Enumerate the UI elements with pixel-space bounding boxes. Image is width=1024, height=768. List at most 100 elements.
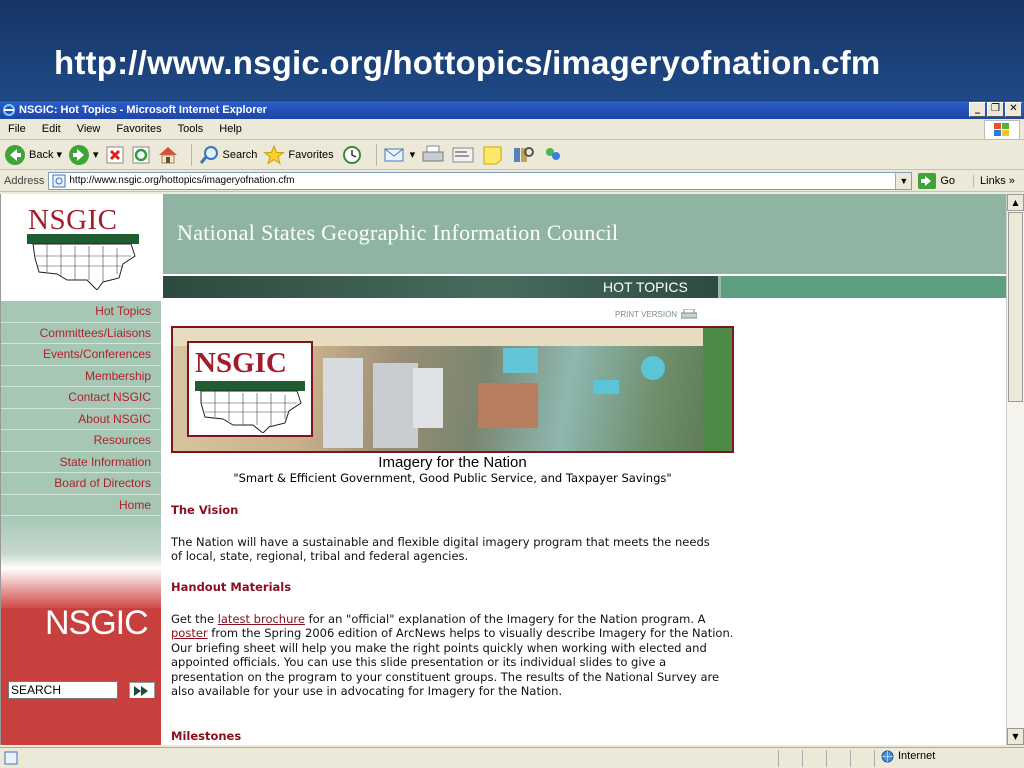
search-go-button[interactable]: [129, 682, 155, 698]
mail-icon: [384, 148, 404, 161]
home-button[interactable]: [157, 144, 179, 166]
page-viewport: NSGIC National States Geographic Informa…: [0, 194, 1006, 745]
nav-hot-topics[interactable]: Hot Topics: [1, 301, 161, 323]
nav-about[interactable]: About NSGIC: [1, 409, 161, 430]
back-label: Back: [29, 148, 54, 161]
forward-button[interactable]: ▾: [68, 144, 99, 166]
page-icon: [52, 174, 66, 187]
chevron-down-icon[interactable]: ▾: [56, 148, 62, 161]
status-cell: [850, 749, 874, 767]
menu-tools[interactable]: Tools: [170, 123, 212, 135]
nsgic-logo[interactable]: NSGIC: [1, 194, 163, 301]
menu-favorites[interactable]: Favorites: [108, 123, 169, 135]
messenger-button[interactable]: [541, 144, 565, 166]
nav-state-information[interactable]: State Information: [1, 452, 161, 473]
green-strip: [721, 276, 1006, 298]
history-icon: [342, 145, 361, 164]
header-band: National States Geographic Information C…: [163, 194, 1006, 274]
nav-contact[interactable]: Contact NSGIC: [1, 387, 161, 409]
nav-committees[interactable]: Committees/Liaisons: [1, 323, 161, 344]
chevron-down-icon[interactable]: ▾: [93, 148, 99, 161]
scroll-down-arrow[interactable]: ▼: [1007, 728, 1024, 745]
history-button[interactable]: [340, 144, 364, 166]
back-button[interactable]: Back ▾: [4, 144, 62, 166]
nav-board[interactable]: Board of Directors: [1, 473, 161, 495]
search-input[interactable]: SEARCH: [8, 681, 118, 699]
status-cell: [802, 749, 826, 767]
address-label: Address: [4, 174, 45, 187]
links-button[interactable]: Links »: [973, 174, 1015, 187]
menu-edit[interactable]: Edit: [34, 123, 69, 135]
close-button[interactable]: ✕: [1005, 102, 1022, 117]
chevron-down-icon[interactable]: ▾: [410, 148, 416, 161]
browser-window: NSGIC: Hot Topics - Microsoft Internet E…: [0, 101, 1024, 768]
slide-header: http://www.nsgic.org/hottopics/imageryof…: [0, 0, 1024, 100]
vision-text: The Nation will have a sustainable and f…: [171, 535, 710, 564]
go-button[interactable]: Go: [918, 172, 955, 189]
discuss-button[interactable]: [481, 144, 505, 166]
vision-heading: The Vision: [171, 503, 239, 517]
windows-flag-icon: [984, 120, 1020, 140]
favorites-button[interactable]: Favorites: [263, 144, 334, 166]
nav-events[interactable]: Events/Conferences: [1, 344, 161, 366]
handout-text-part: from the Spring 2006 edition of ArcNews …: [171, 626, 734, 699]
us-map-icon: [195, 381, 305, 433]
hot-topics-label: HOT TOPICS: [603, 279, 688, 295]
globe-icon: [881, 750, 894, 762]
nav-home[interactable]: Home: [1, 495, 161, 516]
nav-brand: NSGIC: [45, 604, 149, 642]
research-icon: [514, 146, 535, 162]
go-arrow-icon: [918, 172, 937, 189]
status-zone: Internet: [874, 749, 1024, 767]
refresh-icon: [132, 146, 150, 163]
ie-logo-icon: [3, 104, 15, 116]
vertical-scrollbar[interactable]: ▲ ▼: [1006, 194, 1024, 745]
chevron-down-icon[interactable]: ▼: [895, 172, 912, 189]
restore-button[interactable]: ❐: [987, 102, 1004, 117]
research-button[interactable]: [511, 144, 535, 166]
nav-resources[interactable]: Resources: [1, 430, 161, 452]
poster-link[interactable]: poster: [171, 626, 208, 640]
minimize-button[interactable]: _: [969, 102, 986, 117]
banner-title: Imagery for the Nation: [378, 454, 527, 471]
handout-text: Get the latest brochure for an "official…: [171, 612, 737, 698]
search-button[interactable]: Search: [198, 144, 258, 166]
double-chevron-right-icon: [130, 684, 154, 698]
address-input[interactable]: http://www.nsgic.org/hottopics/imageryof…: [48, 171, 913, 190]
status-cell: [778, 749, 802, 767]
toolbar-separator: [190, 143, 192, 166]
handout-text-part: Get the: [171, 612, 218, 626]
status-bar: Internet: [0, 747, 1024, 768]
menu-bar: File Edit View Favorites Tools Help: [0, 119, 1024, 140]
forward-arrow-icon: [69, 144, 89, 165]
banner-subtitle: "Smart & Efficient Government, Good Publ…: [233, 471, 672, 485]
site-title: National States Geographic Information C…: [177, 220, 619, 245]
menu-help[interactable]: Help: [211, 123, 250, 135]
window-title: NSGIC: Hot Topics - Microsoft Internet E…: [19, 104, 267, 116]
latest-brochure-link[interactable]: latest brochure: [218, 612, 305, 626]
search-label: Search: [222, 148, 258, 161]
refresh-button[interactable]: [131, 145, 151, 165]
edit-button[interactable]: [451, 144, 475, 166]
print-button[interactable]: [421, 144, 445, 166]
menu-file[interactable]: File: [0, 123, 34, 135]
scroll-thumb[interactable]: [1008, 212, 1023, 402]
mail-button[interactable]: ▾: [383, 145, 416, 165]
favorites-label: Favorites: [288, 148, 334, 161]
nsgic-logo-text: NSGIC: [28, 204, 118, 236]
toolbar: Back ▾ ▾ Search Favorites ▾: [0, 140, 1024, 170]
banner-logo-text: NSGIC: [195, 347, 287, 379]
star-icon: [263, 144, 286, 165]
title-bar: NSGIC: Hot Topics - Microsoft Internet E…: [0, 101, 1024, 119]
note-icon: [483, 146, 502, 164]
nav-fade: [1, 516, 161, 611]
messenger-icon: [546, 147, 561, 160]
scroll-up-arrow[interactable]: ▲: [1007, 194, 1024, 211]
zone-label: Internet: [898, 750, 936, 762]
print-version-link[interactable]: PRINT VERSION: [615, 309, 698, 319]
print-version-label: PRINT VERSION: [615, 309, 678, 319]
menu-view[interactable]: View: [69, 123, 109, 135]
hot-topics-strip: HOT TOPICS: [163, 276, 1006, 298]
stop-button[interactable]: [105, 145, 125, 165]
nav-membership[interactable]: Membership: [1, 366, 161, 387]
